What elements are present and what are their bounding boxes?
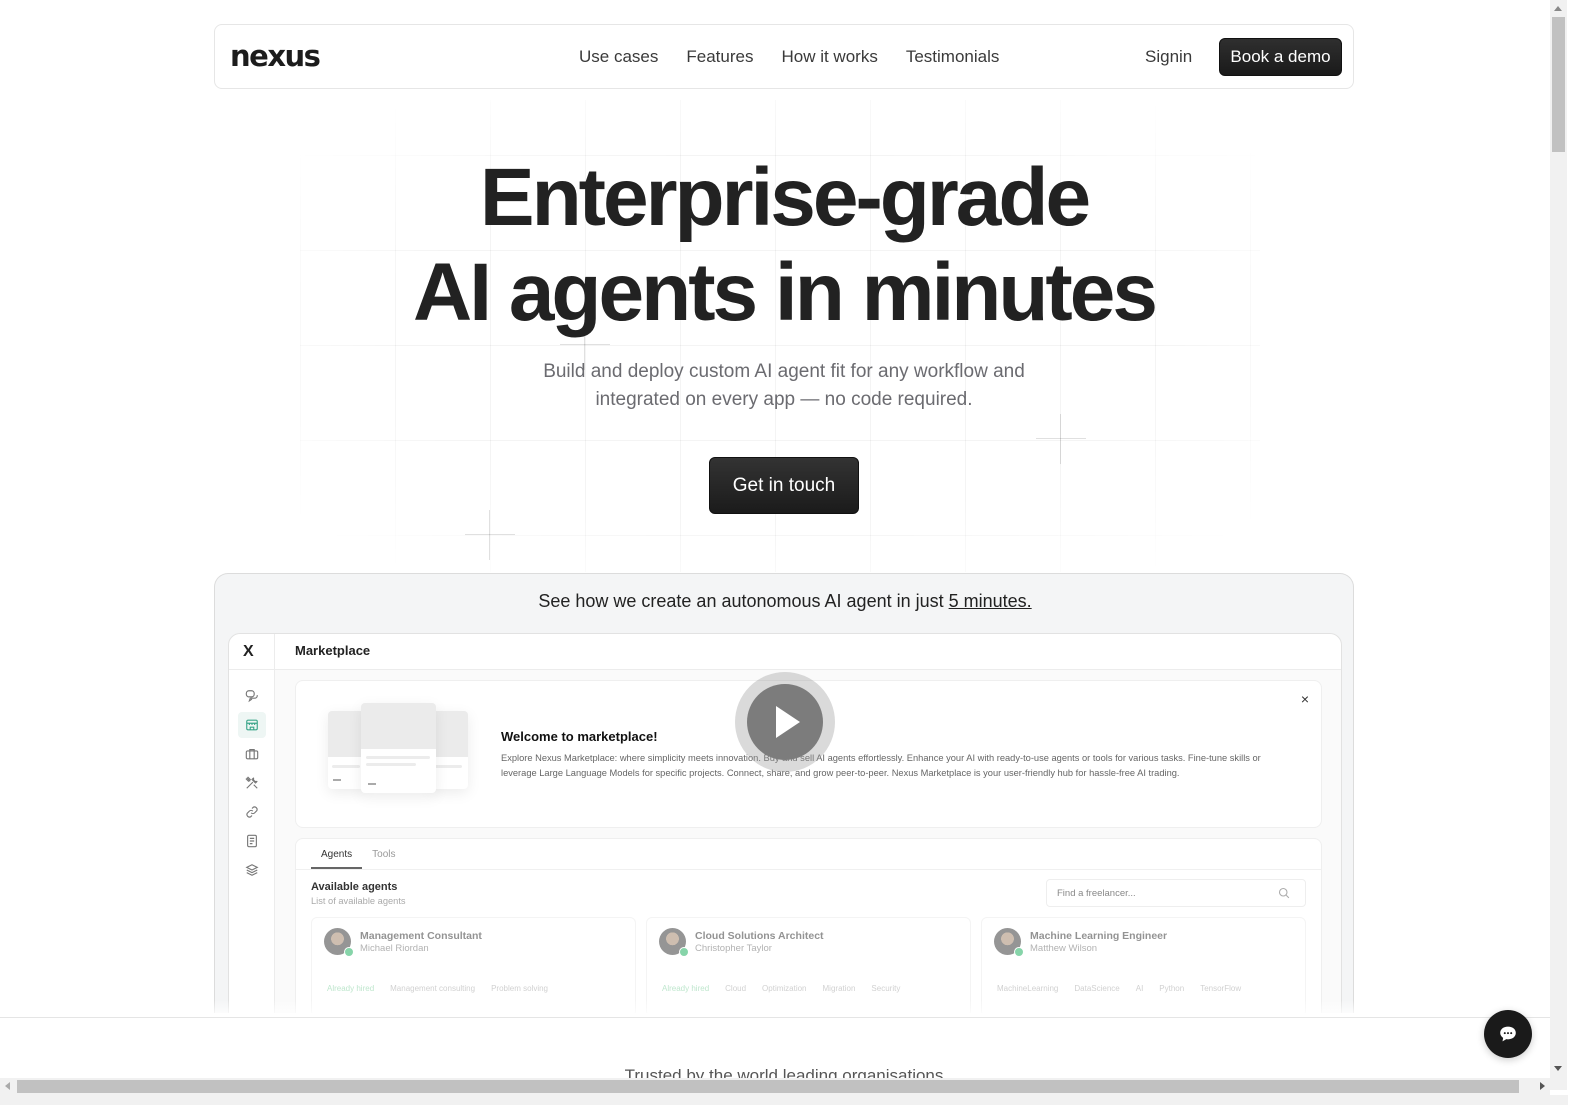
agent-name: Michael Riordan [360,943,429,954]
search-icon [1278,887,1290,899]
agent-tag: Already hired [662,984,710,993]
nexus-logo[interactable]: nexus [230,39,321,73]
video-caption: See how we create an autonomous AI agent… [215,589,1353,613]
agent-role: Cloud Solutions Architect [695,930,824,942]
available-agents-title: Available agents [311,881,398,893]
agent-tag: MachineLearning [997,984,1059,993]
agent-tag: Security [871,984,901,993]
play-video-button[interactable] [735,672,835,772]
agent-tags: Already hired Cloud Optimization Migrati… [662,984,900,993]
store-icon[interactable] [238,712,266,738]
video-preview-card: See how we create an autonomous AI agent… [214,573,1354,1013]
welcome-title: Welcome to marketplace! [501,729,658,744]
scroll-up-arrow-icon[interactable] [1554,6,1562,11]
agent-tag: Management consulting [390,984,476,993]
available-agents-subtitle: List of available agents [311,896,406,906]
app-logo-icon: X [243,643,254,660]
book-demo-button[interactable]: Book a demo [1219,38,1342,76]
find-freelancer-input[interactable] [1046,879,1306,907]
nav-link-features[interactable]: Features [686,45,753,69]
agent-role: Machine Learning Engineer [1030,930,1168,942]
sparkle-decoration [1036,414,1086,464]
close-icon[interactable]: × [1301,691,1309,707]
vertical-scrollbar-thumb[interactable] [1552,17,1565,152]
agent-tag: TensorFlow [1200,984,1242,993]
nav-links: Use cases Features How it works Testimon… [579,45,999,69]
video-caption-text: See how we create an autonomous AI agent… [538,591,949,611]
briefcase-icon[interactable] [242,744,262,764]
nav-link-testimonials[interactable]: Testimonials [906,45,1000,69]
play-icon [747,684,823,760]
agents-tabs: Agents Tools [311,839,406,869]
online-badge [344,947,354,957]
agent-tags: MachineLearning DataScience AI Python Te… [997,984,1241,993]
agent-card[interactable]: Cloud Solutions Architect Christopher Ta… [646,917,971,1013]
chat-bubble-icon [1500,1026,1516,1042]
agent-name: Matthew Wilson [1030,943,1098,954]
five-minutes-link[interactable]: 5 minutes. [949,591,1032,611]
agent-tags: Already hired Management consulting Prob… [327,984,548,993]
agent-tag: Migration [822,984,856,993]
signin-link[interactable]: Signin [1145,45,1192,69]
agent-tag: DataScience [1074,984,1120,993]
illustration-card [361,703,436,793]
get-in-touch-button[interactable]: Get in touch [709,457,859,514]
agent-tag: Optimization [762,984,807,993]
hero-subtitle-line-1: Build and deploy custom AI agent fit for… [543,361,1025,382]
agent-card[interactable]: Management Consultant Michael Riordan Al… [311,917,636,1013]
online-badge [679,947,689,957]
agent-role: Management Consultant [360,930,482,942]
chat-icon[interactable] [242,686,262,706]
tab-tools[interactable]: Tools [362,839,405,869]
tools-icon[interactable] [242,773,262,793]
tab-agents[interactable]: Agents [311,839,363,869]
hero-subtitle: Build and deploy custom AI agent fit for… [0,358,1568,414]
agent-tag: Already hired [327,984,375,993]
agent-card[interactable]: Machine Learning Engineer Matthew Wilson… [981,917,1306,1013]
window-bottom-edge [0,1095,1568,1105]
layers-icon[interactable] [242,860,262,880]
chat-widget-button[interactable] [1484,1010,1532,1058]
scroll-down-arrow-icon[interactable] [1554,1066,1562,1071]
vertical-scrollbar[interactable] [1550,0,1567,1090]
agent-tag: AI [1135,984,1144,993]
horizontal-scrollbar[interactable] [0,1078,1550,1095]
hero-title-line-1: Enterprise-grade [479,152,1091,243]
agent-tag: Cloud [725,984,747,993]
section-fade [0,1000,1550,1018]
welcome-description: Explore Nexus Marketplace: where simplic… [501,753,1261,778]
sparkle-decoration [465,510,515,560]
section-divider [0,1017,1550,1018]
agent-tag: Python [1159,984,1185,993]
horizontal-scrollbar-thumb[interactable] [17,1080,1519,1093]
top-navbar: nexus Use cases Features How it works Te… [214,24,1354,89]
agents-panel: Agents Tools Available agents List of av… [295,838,1322,1013]
agent-name: Christopher Taylor [695,943,772,954]
tabs-divider [296,869,1321,870]
link-icon[interactable] [242,802,262,822]
scroll-right-arrow-icon[interactable] [1540,1082,1545,1090]
scroll-left-arrow-icon[interactable] [5,1082,10,1090]
document-icon[interactable] [242,831,262,851]
app-sidebar: X [229,634,275,1013]
hero-title-line-2: AI agents in minutes [413,247,1158,338]
agent-tag: Problem solving [491,984,549,993]
app-page-title: Marketplace [295,643,371,658]
online-badge [1014,947,1024,957]
hero-subtitle-line-2: integrated on every app — no code requir… [595,389,973,410]
nav-link-how-it-works[interactable]: How it works [781,45,877,69]
nav-link-use-cases[interactable]: Use cases [579,45,658,69]
